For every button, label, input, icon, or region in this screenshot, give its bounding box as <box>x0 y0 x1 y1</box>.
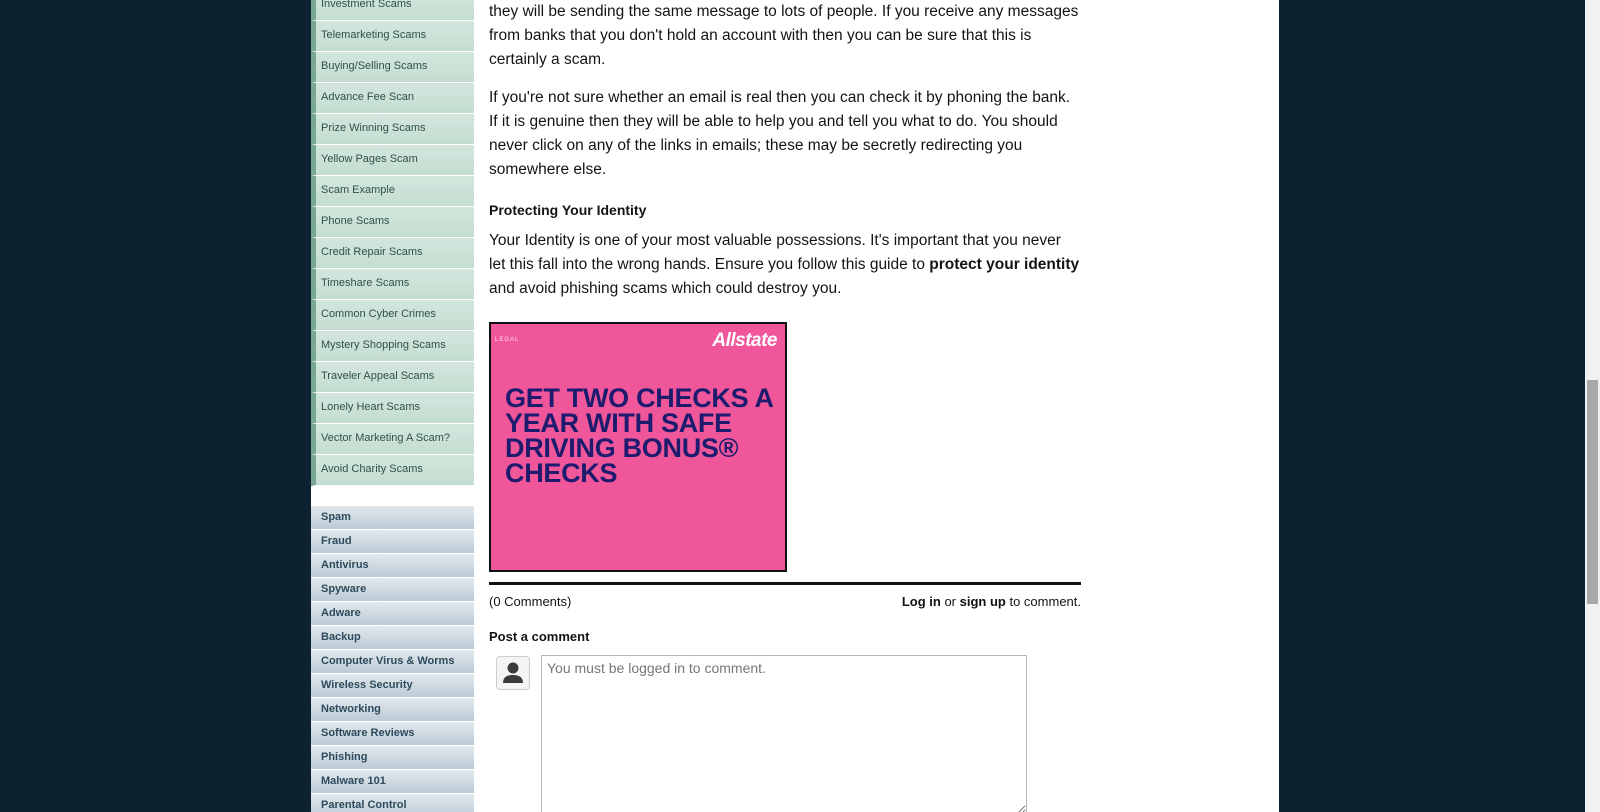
post-comment-heading: Post a comment <box>489 629 590 644</box>
sidebar-item-buying-selling-scams[interactable]: Buying/Selling Scams <box>311 52 474 83</box>
auth-suffix-text: to comment. <box>1005 594 1081 609</box>
sidebar-category-malware-101[interactable]: Malware 101 <box>311 770 474 794</box>
sidebar-category-adware[interactable]: Adware <box>311 602 474 626</box>
sidebar-item-vector-marketing-a-scam[interactable]: Vector Marketing A Scam? <box>311 424 474 455</box>
sidebar-item-prize-winning-scams[interactable]: Prize Winning Scams <box>311 114 474 145</box>
user-silhouette-icon <box>503 662 523 683</box>
signup-link[interactable]: sign up <box>960 594 1006 609</box>
sidebar-category-software-reviews[interactable]: Software Reviews <box>311 722 474 746</box>
ad-legal-label: LEGAL <box>495 337 520 343</box>
auth-or-text: or <box>940 594 960 609</box>
comment-textarea[interactable] <box>541 655 1027 812</box>
article-paragraph: Your Identity is one of your most valuab… <box>489 229 1081 301</box>
sidebar-item-timeshare-scams[interactable]: Timeshare Scams <box>311 269 474 300</box>
sidebar-category-wireless-security[interactable]: Wireless Security <box>311 674 474 698</box>
scrollbar-thumb[interactable] <box>1587 380 1598 604</box>
sidebar-item-yellow-pages-scam[interactable]: Yellow Pages Scam <box>311 145 474 176</box>
article-paragraph: If you're not sure whether an email is r… <box>489 89 1071 178</box>
paragraph-text: and avoid phishing scams which could des… <box>489 280 842 297</box>
sidebar-category-parental-control[interactable]: Parental Control <box>311 794 474 812</box>
sidebar-category-antivirus[interactable]: Antivirus <box>311 554 474 578</box>
sidebar-item-telemarketing-scams[interactable]: Telemarketing Scams <box>311 21 474 52</box>
comment-auth-prompt: Log in or sign up to comment. <box>902 590 1081 614</box>
advertisement-banner[interactable]: LEGAL Allstate GET TWO CHECKS A YEAR WIT… <box>489 322 787 572</box>
emphasis-text: protect your identity <box>929 256 1080 273</box>
avatar <box>496 656 530 690</box>
sidebar-item-common-cyber-crimes[interactable]: Common Cyber Crimes <box>311 300 474 331</box>
ad-brand-logo: Allstate <box>712 330 777 351</box>
sidebar-item-lonely-heart-scams[interactable]: Lonely Heart Scams <box>311 393 474 424</box>
sidebar-item-credit-repair-scams[interactable]: Credit Repair Scams <box>311 238 474 269</box>
login-link[interactable]: Log in <box>902 594 941 609</box>
sidebar-item-avoid-charity-scams[interactable]: Avoid Charity Scams <box>311 455 474 486</box>
sidebar-item-phone-scams[interactable]: Phone Scams <box>311 207 474 238</box>
sidebar-category-phishing[interactable]: Phishing <box>311 746 474 770</box>
article-paragraph: they will be sending the same message to… <box>489 3 1079 68</box>
sidebar-scams-submenu: Investment Scams Telemarketing Scams Buyin… <box>311 0 474 486</box>
section-heading: Protecting Your Identity <box>489 202 647 218</box>
sidebar-item-investment-scams[interactable]: Investment Scams <box>311 0 474 21</box>
sidebar-item-scam-example[interactable]: Scam Example <box>311 176 474 207</box>
sidebar-category-fraud[interactable]: Fraud <box>311 530 474 554</box>
sidebar-category-computer-virus-worms[interactable]: Computer Virus & Worms <box>311 650 474 674</box>
sidebar-item-mystery-shopping-scams[interactable]: Mystery Shopping Scams <box>311 331 474 362</box>
sidebar-categories: Spam Fraud Antivirus Spyware Adware Backup Com… <box>311 506 474 812</box>
sidebar-item-traveler-appeal-scams[interactable]: Traveler Appeal Scams <box>311 362 474 393</box>
sidebar-item-advance-fee-scan[interactable]: Advance Fee Scan <box>311 83 474 114</box>
page-container: Investment Scams Telemarketing Scams Buyin… <box>311 0 1279 812</box>
sidebar-category-spyware[interactable]: Spyware <box>311 578 474 602</box>
comments-divider <box>489 582 1081 585</box>
comments-count: (0 Comments) <box>489 594 572 609</box>
sidebar-category-backup[interactable]: Backup <box>311 626 474 650</box>
sidebar-category-spam[interactable]: Spam <box>311 506 474 530</box>
page-scrollbar[interactable] <box>1585 0 1600 812</box>
ad-headline: GET TWO CHECKS A YEAR WITH SAFE DRIVING … <box>505 383 773 488</box>
sidebar-category-networking[interactable]: Networking <box>311 698 474 722</box>
